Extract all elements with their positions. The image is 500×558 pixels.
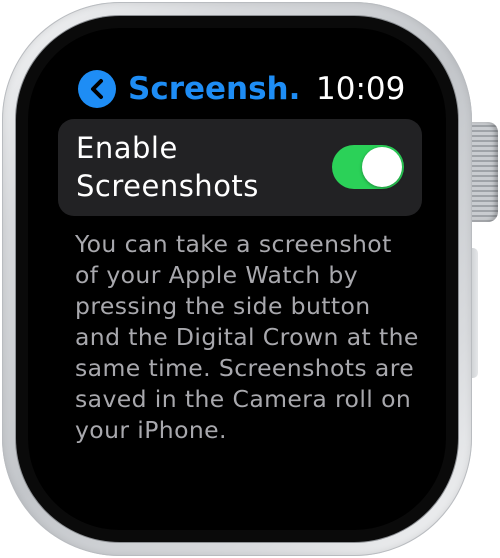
setting-description: You can take a screenshot of your Apple … <box>75 230 419 444</box>
label-line-1: Enable <box>76 131 178 165</box>
page-title[interactable]: Screensh... <box>128 67 303 111</box>
label-line-2: Screenshots <box>76 169 259 203</box>
chevron-left-icon <box>91 79 103 99</box>
enable-screenshots-toggle[interactable] <box>332 145 404 189</box>
toggle-knob <box>362 147 402 187</box>
enable-screenshots-label: Enable Screenshots <box>76 129 316 205</box>
enable-screenshots-row[interactable]: Enable Screenshots <box>58 119 422 216</box>
clock-time: 10:09 <box>316 71 406 107</box>
apple-watch: Screensh... 10:09 Enable Screenshots You… <box>0 0 500 558</box>
back-button[interactable] <box>78 70 116 108</box>
